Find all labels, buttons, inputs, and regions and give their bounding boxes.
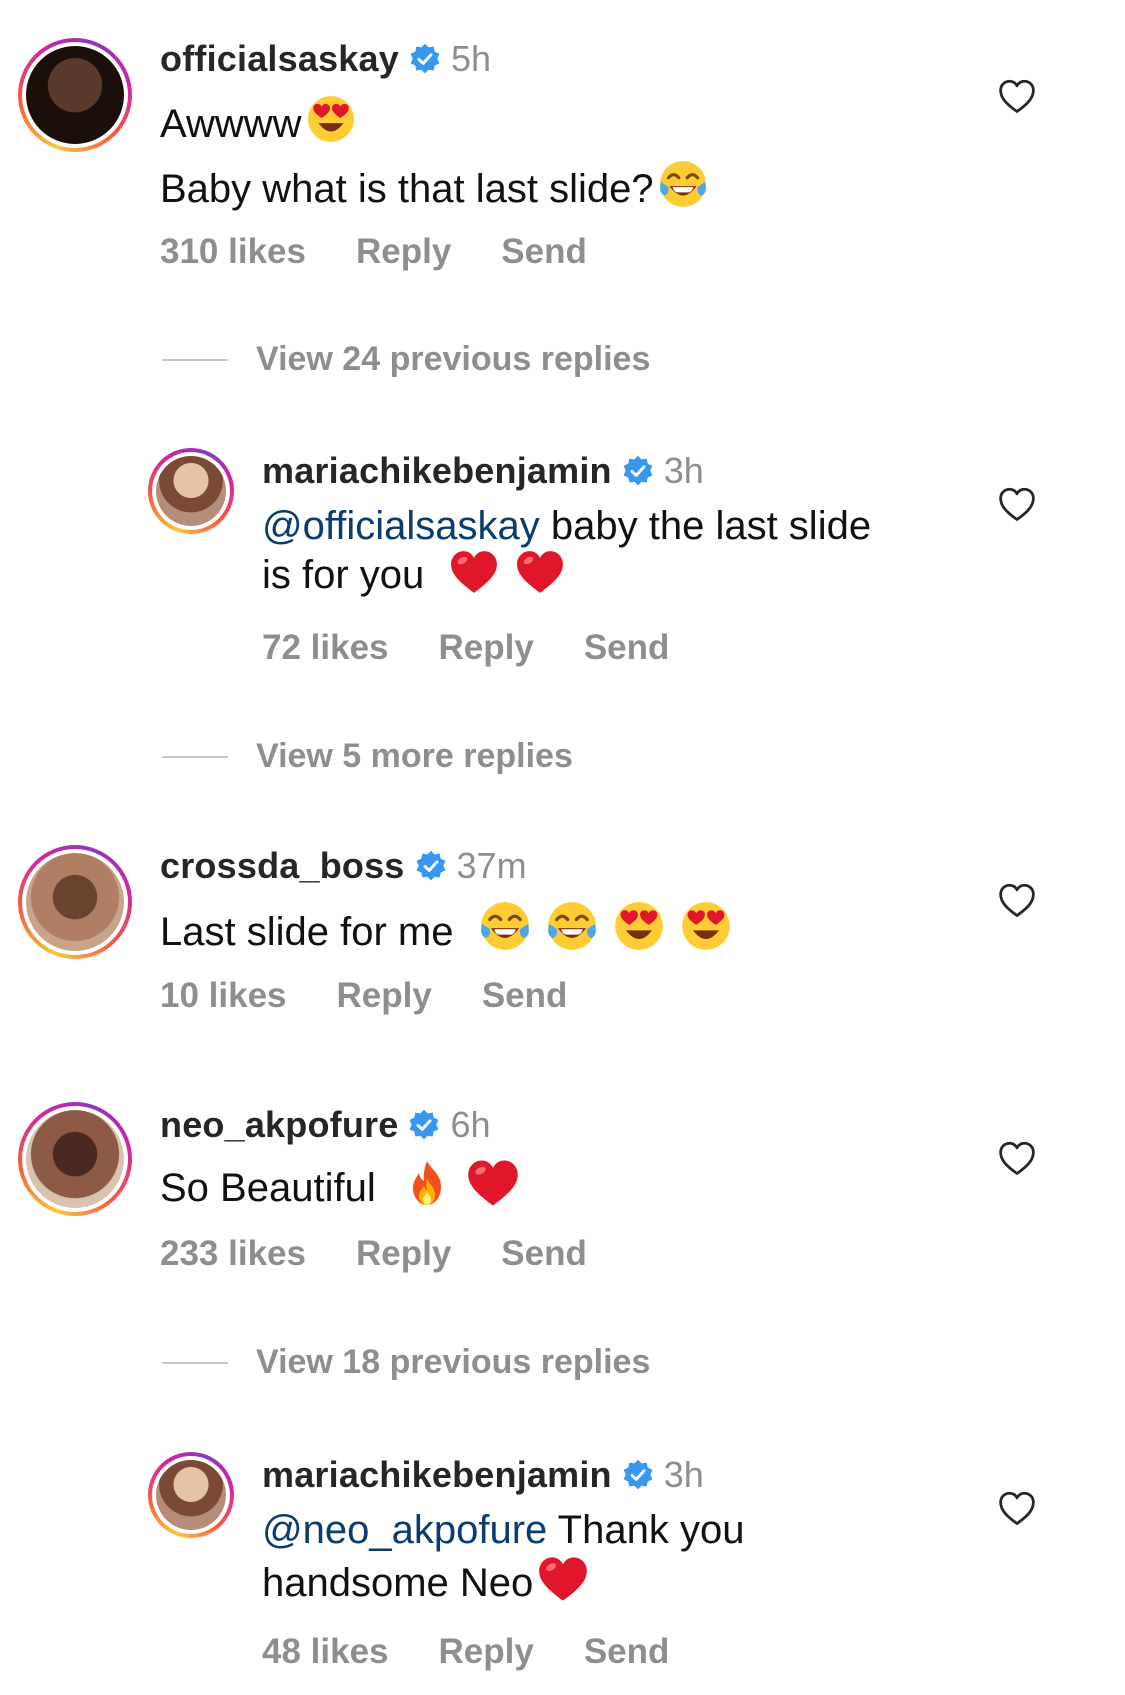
verified-badge-icon [622,1459,654,1491]
like-heart-icon[interactable] [997,486,1037,522]
comment-line-1: Last slide for me [160,910,454,954]
verified-badge-icon [409,43,441,75]
view-more-replies-toggle[interactable]: View 5 more replies [162,737,573,776]
username[interactable]: crossda_boss [160,845,405,887]
red-heart-emoji [515,549,565,595]
username[interactable]: mariachikebenjamin [262,450,612,492]
avatar[interactable] [148,448,234,534]
username[interactable]: officialsaskay [160,38,399,80]
like-heart-icon[interactable] [997,1490,1037,1526]
send-button[interactable]: Send [482,976,568,1016]
mention-link[interactable]: @officialsaskay [262,504,540,548]
timestamp: 5h [450,38,491,79]
avatar[interactable] [18,1102,132,1216]
view-replies-toggle[interactable]: View 24 previous replies [162,340,650,379]
view-replies-label: View 5 more replies [256,737,573,775]
reply-button[interactable]: Reply [356,1234,451,1274]
reply-button[interactable]: Reply [439,1632,534,1672]
comment-line-2: is for you [262,553,425,597]
heart-eyes-emoji [306,94,356,144]
view-replies-label: View 18 previous replies [256,1343,651,1381]
verified-badge-icon [622,455,654,487]
username[interactable]: neo_akpofure [160,1104,398,1146]
comment-line-2: Baby what is that last slide? [160,167,654,211]
like-heart-icon[interactable] [997,78,1037,114]
likes-count[interactable]: 72 likes [262,628,389,668]
divider-line [162,755,228,758]
like-heart-icon[interactable] [997,1140,1037,1176]
comment-text-rest: baby the last slide [539,504,872,548]
like-heart-icon[interactable] [997,882,1037,918]
red-heart-emoji [466,1158,520,1208]
heart-eyes-emoji [613,900,665,952]
comment-text: @neo_akpofure Thank you handsome Neo [262,1506,1022,1608]
view-replies-label: View 24 previous replies [256,340,651,378]
timestamp: 3h [663,1454,704,1495]
send-button[interactable]: Send [584,1632,670,1672]
likes-count[interactable]: 48 likes [262,1632,389,1672]
timestamp: 37m [456,845,527,886]
comment-text: So Beautiful [160,1158,920,1213]
timestamp: 3h [663,450,704,491]
likes-count[interactable]: 310 likes [160,232,306,272]
divider-line [162,358,228,361]
username[interactable]: mariachikebenjamin [262,1454,612,1496]
fire-emoji [403,1158,451,1208]
red-heart-emoji [537,1555,589,1603]
heart-eyes-emoji [680,900,732,952]
verified-badge-icon [415,850,447,882]
comment-text: @officialsaskay baby the last slide is f… [262,502,1022,600]
avatar[interactable] [18,845,132,959]
likes-count[interactable]: 10 likes [160,976,287,1016]
comment-line-1: So Beautiful [160,1166,376,1210]
comment-text: Awwww Baby what is that last slide? [160,94,920,214]
comment-line-1: Awwww [160,102,302,146]
avatar[interactable] [18,38,132,152]
send-button[interactable]: Send [501,1234,587,1274]
comment-line-2: handsome Neo [262,1561,534,1605]
comment-text: Last slide for me [160,900,920,957]
tears-of-joy-emoji [546,900,598,952]
likes-count[interactable]: 233 likes [160,1234,306,1274]
divider-line [162,1361,228,1364]
red-heart-emoji [449,549,499,595]
avatar[interactable] [148,1452,234,1538]
comment-text-rest: Thank you [547,1508,745,1552]
timestamp: 6h [450,1104,491,1145]
verified-badge-icon [408,1109,440,1141]
reply-button[interactable]: Reply [356,232,451,272]
tears-of-joy-emoji [658,159,708,209]
reply-button[interactable]: Reply [439,628,534,668]
mention-link[interactable]: @neo_akpofure [262,1508,547,1552]
view-replies-toggle[interactable]: View 18 previous replies [162,1343,650,1382]
send-button[interactable]: Send [584,628,670,668]
send-button[interactable]: Send [501,232,587,272]
reply-button[interactable]: Reply [337,976,432,1016]
tears-of-joy-emoji [479,900,531,952]
